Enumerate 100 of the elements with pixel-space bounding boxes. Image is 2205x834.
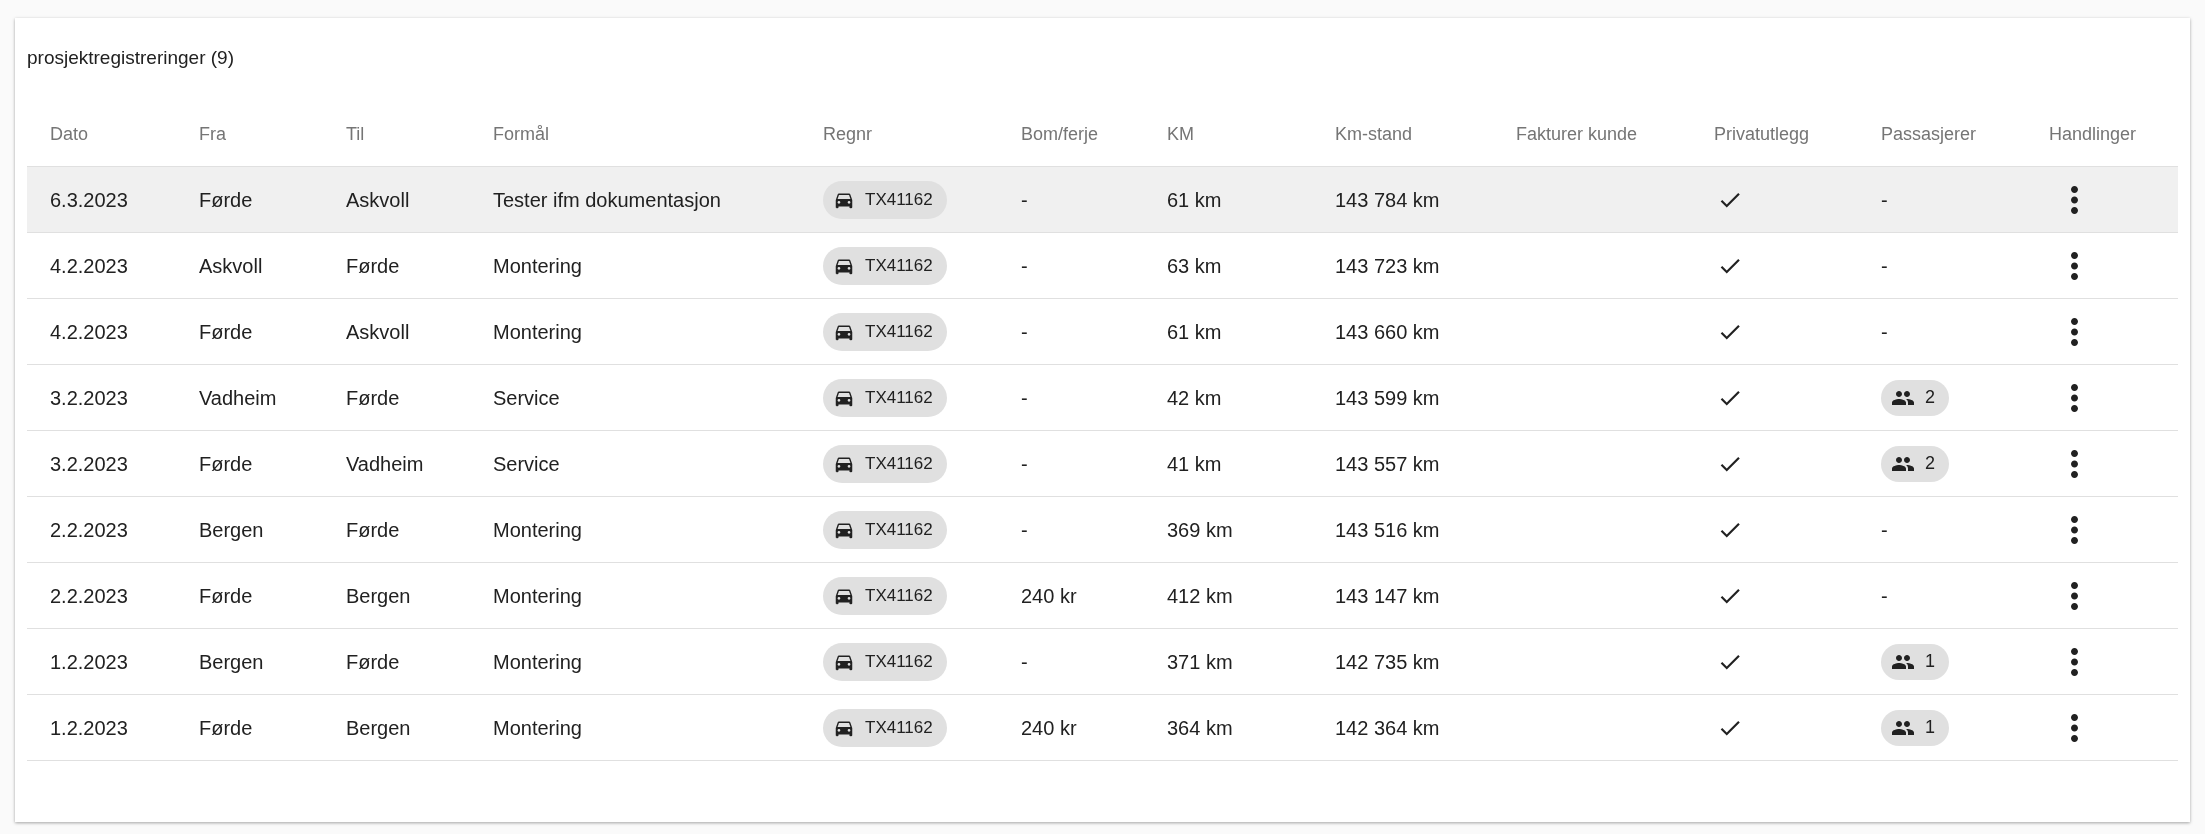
passengers-text: - xyxy=(1881,253,1888,279)
vehicle-chip: TX41162 xyxy=(823,444,947,483)
to-text: Førde xyxy=(346,649,400,675)
distance-text: 42 km xyxy=(1167,385,1222,411)
purpose-text: Tester ifm dokumentasjon xyxy=(493,187,721,213)
toll-text: - xyxy=(1021,517,1028,543)
odometer-text: 142 735 km xyxy=(1335,649,1440,675)
purpose-text: Montering xyxy=(493,319,582,345)
odometer-text: 143 660 km xyxy=(1335,319,1440,345)
date-text: 2.2.2023 xyxy=(50,517,128,543)
toll-text: - xyxy=(1021,649,1028,675)
from-text: Førde xyxy=(199,187,253,213)
toll-text: - xyxy=(1021,253,1028,279)
distance-text: 369 km xyxy=(1167,517,1233,543)
column-header: Passasjerer xyxy=(1881,123,1977,146)
to-text: Askvoll xyxy=(346,319,410,345)
column-header: Fra xyxy=(199,123,226,146)
more-vertical-icon xyxy=(2070,383,2078,412)
toll-text: - xyxy=(1021,187,1028,213)
purpose-text: Montering xyxy=(493,253,582,279)
passengers-text: - xyxy=(1881,187,1888,213)
toll-text: - xyxy=(1021,451,1028,477)
table-row[interactable]: 6.3.2023 Førde Askvoll Tester ifm dokumentasjon TX41162 - 61 km 143 784 km - xyxy=(27,167,2178,233)
date-text: 4.2.2023 xyxy=(50,253,128,279)
to-text: Askvoll xyxy=(346,187,410,213)
purpose-text: Service xyxy=(493,385,560,411)
column-header: Fakturer kunde xyxy=(1516,123,1638,146)
vehicle-chip: TX41162 xyxy=(823,708,947,747)
to-text: Vadheim xyxy=(346,451,424,477)
distance-text: 61 km xyxy=(1167,187,1222,213)
column-header: Formål xyxy=(493,123,549,146)
odometer-text: 143 599 km xyxy=(1335,385,1440,411)
to-text: Førde xyxy=(346,517,400,543)
from-text: Bergen xyxy=(199,649,264,675)
purpose-text: Montering xyxy=(493,517,582,543)
more-vertical-icon xyxy=(2070,449,2078,478)
from-text: Førde xyxy=(199,319,253,345)
column-header: Til xyxy=(346,123,365,146)
date-text: 1.2.2023 xyxy=(50,715,128,741)
odometer-text: 143 516 km xyxy=(1335,517,1440,543)
distance-text: 371 km xyxy=(1167,649,1233,675)
from-text: Førde xyxy=(199,715,253,741)
purpose-text: Montering xyxy=(493,715,582,741)
odometer-text: 143 147 km xyxy=(1335,583,1440,609)
odometer-text: 142 364 km xyxy=(1335,715,1440,741)
more-vertical-icon xyxy=(2070,647,2078,676)
date-text: 3.2.2023 xyxy=(50,451,128,477)
toll-text: 240 kr xyxy=(1021,583,1077,609)
distance-text: 412 km xyxy=(1167,583,1233,609)
distance-text: 63 km xyxy=(1167,253,1222,279)
to-text: Bergen xyxy=(346,583,411,609)
more-vertical-icon xyxy=(2070,185,2078,214)
passenger-chip: 1 xyxy=(1881,643,1949,680)
more-vertical-icon xyxy=(2070,317,2078,346)
date-text: 3.2.2023 xyxy=(50,385,128,411)
column-header: Privatutlegg xyxy=(1714,123,1810,146)
passengers-text: - xyxy=(1881,583,1888,609)
distance-text: 41 km xyxy=(1167,451,1222,477)
date-text: 4.2.2023 xyxy=(50,319,128,345)
more-vertical-icon xyxy=(2070,515,2078,544)
column-header: Bom/ferje xyxy=(1021,123,1099,146)
from-text: Førde xyxy=(199,583,253,609)
passengers-text: - xyxy=(1881,319,1888,345)
column-header: Dato xyxy=(50,123,89,146)
distance-text: 364 km xyxy=(1167,715,1233,741)
odometer-text: 143 723 km xyxy=(1335,253,1440,279)
vehicle-chip: TX41162 xyxy=(823,180,947,219)
to-text: Bergen xyxy=(346,715,411,741)
table-title: prosjektregistreringer (9) xyxy=(27,46,235,70)
vehicle-chip: TX41162 xyxy=(823,576,947,615)
distance-text: 61 km xyxy=(1167,319,1222,345)
odometer-text: 143 557 km xyxy=(1335,451,1440,477)
to-text: Førde xyxy=(346,385,400,411)
vehicle-chip: TX41162 xyxy=(823,510,947,549)
vehicle-chip: TX41162 xyxy=(823,378,947,417)
passengers-text: - xyxy=(1881,517,1888,543)
from-text: Askvoll xyxy=(199,253,263,279)
passenger-chip: 2 xyxy=(1881,445,1949,482)
purpose-text: Montering xyxy=(493,583,582,609)
more-vertical-icon xyxy=(2070,251,2078,280)
column-header: KM xyxy=(1167,123,1194,146)
column-header: Regnr xyxy=(823,123,873,146)
more-vertical-icon xyxy=(2070,713,2078,742)
vehicle-chip: TX41162 xyxy=(823,642,947,681)
purpose-text: Montering xyxy=(493,649,582,675)
toll-text: 240 kr xyxy=(1021,715,1077,741)
date-text: 6.3.2023 xyxy=(50,187,128,213)
from-text: Førde xyxy=(199,451,253,477)
more-vertical-icon xyxy=(2070,581,2078,610)
passenger-chip: 2 xyxy=(1881,379,1949,416)
column-header: Handlinger xyxy=(2049,123,2137,146)
column-header: Km-stand xyxy=(1335,123,1413,146)
purpose-text: Service xyxy=(493,451,560,477)
date-text: 1.2.2023 xyxy=(50,649,128,675)
from-text: Bergen xyxy=(199,517,264,543)
to-text: Førde xyxy=(346,253,400,279)
vehicle-chip: TX41162 xyxy=(823,312,947,351)
toll-text: - xyxy=(1021,319,1028,345)
date-text: 2.2.2023 xyxy=(50,583,128,609)
from-text: Vadheim xyxy=(199,385,277,411)
